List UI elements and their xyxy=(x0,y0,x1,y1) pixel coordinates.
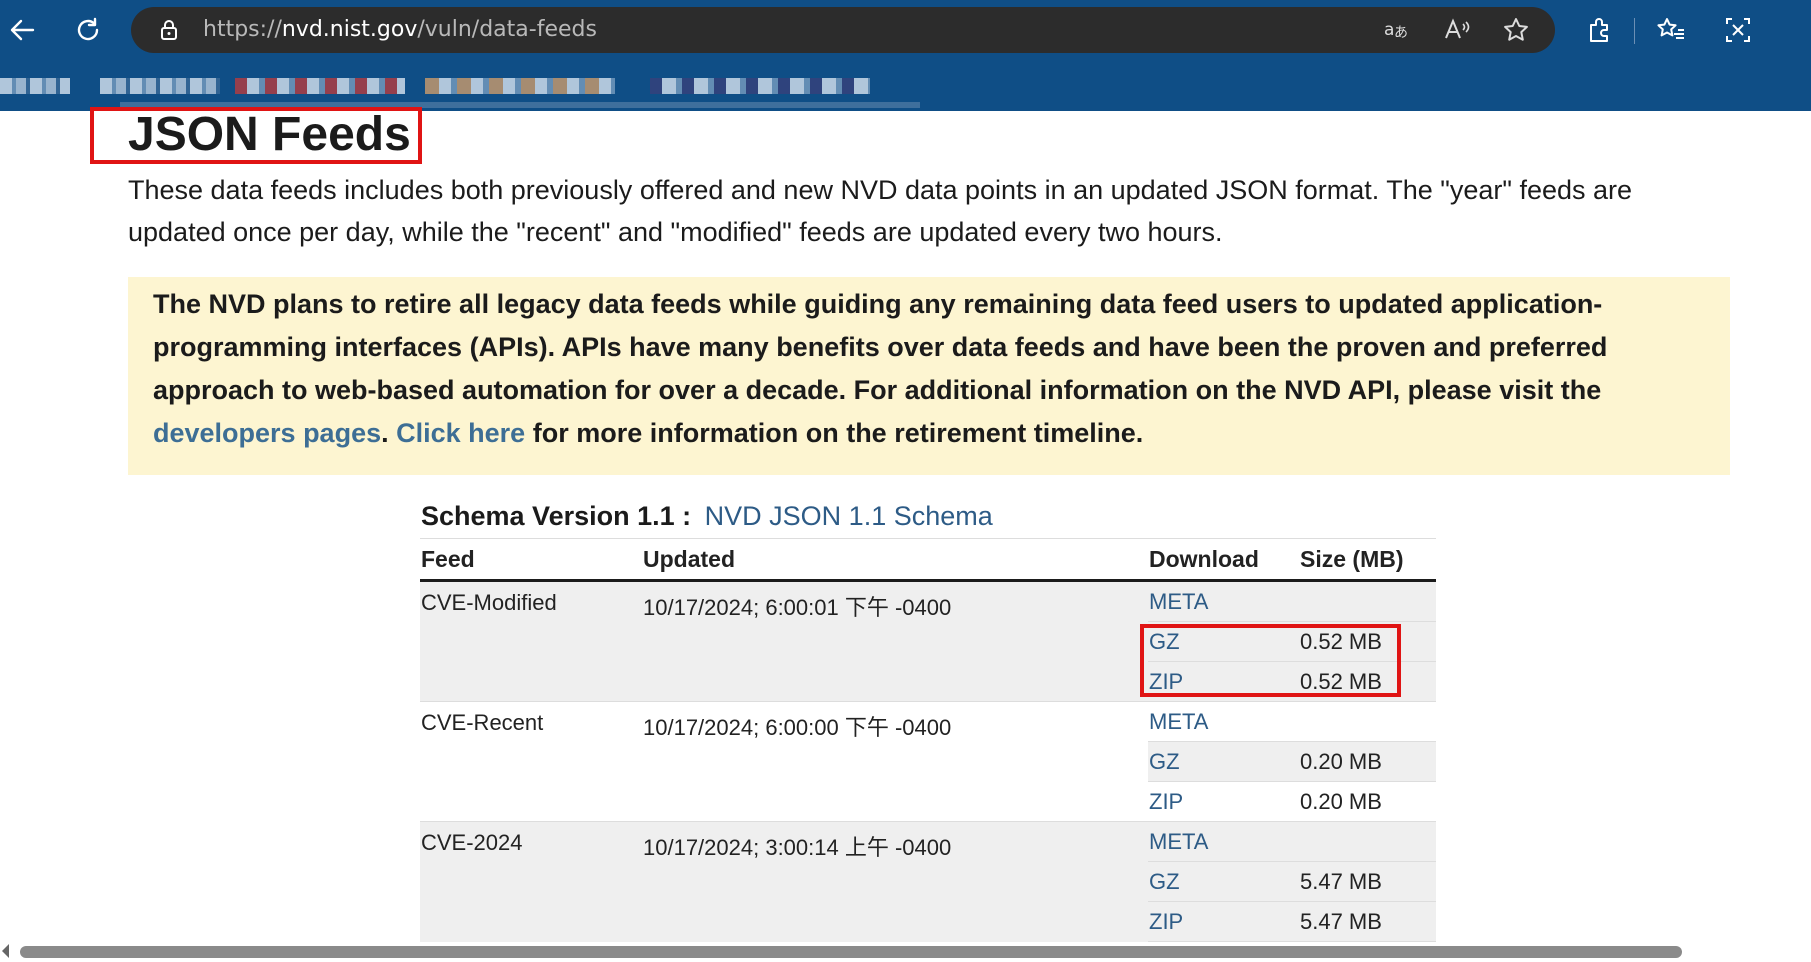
feed-updated: 10/17/2024; 3:00:14 上午 -0400 xyxy=(642,821,1148,942)
feed-updated: 10/17/2024; 6:00:00 下午 -0400 xyxy=(642,701,1148,822)
download-gz-link[interactable]: GZ xyxy=(1149,869,1180,894)
retirement-notice: The NVD plans to retire all legacy data … xyxy=(128,277,1730,475)
notice-text: The NVD plans to retire all legacy data … xyxy=(153,289,1608,405)
page-content: JSON Feeds These data feeds includes bot… xyxy=(0,107,1811,962)
lock-icon[interactable] xyxy=(153,14,185,46)
developers-pages-link[interactable]: developers pages xyxy=(153,418,381,448)
file-size: 0.20 MB xyxy=(1299,741,1436,782)
file-size xyxy=(1299,821,1436,862)
table-row: CVE-2024 10/17/2024; 3:00:14 上午 -0400 ME… xyxy=(420,821,1436,942)
favorite-star-icon[interactable] xyxy=(1500,14,1532,46)
file-size xyxy=(1299,701,1436,742)
screenshot-icon[interactable] xyxy=(1718,10,1758,50)
table-header-row: Feed Updated Download Size (MB) xyxy=(420,538,1436,582)
file-size: 5.47 MB xyxy=(1299,861,1436,902)
download-meta-link[interactable]: META xyxy=(1149,709,1208,734)
favorites-icon[interactable] xyxy=(1651,10,1691,50)
favorites-bar xyxy=(0,66,1811,108)
schema-version-heading: Schema Version 1.1 : NVD JSON 1.1 Schema xyxy=(421,496,993,536)
title-highlight-box xyxy=(90,107,422,164)
bookmark-item[interactable] xyxy=(650,78,870,94)
bookmark-item[interactable] xyxy=(0,78,70,94)
feed-updated: 10/17/2024; 6:00:01 下午 -0400 xyxy=(642,580,1148,702)
bookmark-item[interactable] xyxy=(425,78,615,94)
bookmark-item[interactable] xyxy=(235,78,405,94)
svg-text:あ: あ xyxy=(1394,25,1408,41)
click-here-link[interactable]: Click here xyxy=(396,418,525,448)
notice-text: for more information on the retirement t… xyxy=(525,418,1144,448)
header-feed: Feed xyxy=(420,538,642,582)
toolbar-divider xyxy=(1634,18,1635,44)
download-gz-link[interactable]: GZ xyxy=(1149,749,1180,774)
feed-name: CVE-Modified xyxy=(420,580,642,702)
download-zip-link[interactable]: ZIP xyxy=(1149,909,1183,934)
notice-text: . xyxy=(381,418,397,448)
schema-link[interactable]: NVD JSON 1.1 Schema xyxy=(705,501,993,531)
url-text[interactable]: https://nvd.nist.gov/vuln/data-feeds xyxy=(203,7,597,53)
refresh-icon[interactable] xyxy=(68,10,108,50)
bookmark-item[interactable] xyxy=(100,78,220,94)
extensions-icon[interactable] xyxy=(1579,10,1619,50)
table-row: CVE-Modified 10/17/2024; 6:00:01 下午 -040… xyxy=(420,580,1436,702)
file-size: 0.20 MB xyxy=(1299,781,1436,822)
header-size: Size (MB) xyxy=(1299,538,1436,582)
download-highlight-box xyxy=(1140,624,1401,697)
horizontal-scrollbar[interactable] xyxy=(20,946,1682,958)
download-meta-link[interactable]: META xyxy=(1149,589,1208,614)
intro-paragraph: These data feeds includes both previousl… xyxy=(128,175,1633,247)
json-feeds-table: Feed Updated Download Size (MB) CVE-Modi… xyxy=(420,538,1436,942)
back-icon[interactable] xyxy=(2,10,42,50)
table-row: CVE-Recent 10/17/2024; 6:00:00 下午 -0400 … xyxy=(420,701,1436,822)
header-download: Download xyxy=(1148,538,1299,582)
download-zip-link[interactable]: ZIP xyxy=(1149,789,1183,814)
scroll-left-arrow-icon[interactable] xyxy=(2,944,9,958)
address-bar[interactable]: https://nvd.nist.gov/vuln/data-feeds aあ xyxy=(131,7,1555,53)
feed-name: CVE-2024 xyxy=(420,821,642,942)
download-meta-link[interactable]: META xyxy=(1149,829,1208,854)
browser-toolbar: https://nvd.nist.gov/vuln/data-feeds aあ xyxy=(0,0,1811,111)
file-size: 5.47 MB xyxy=(1299,901,1436,942)
read-aloud-icon[interactable] xyxy=(1441,14,1473,46)
feed-name: CVE-Recent xyxy=(420,701,642,822)
header-updated: Updated xyxy=(642,538,1148,582)
svg-text:a: a xyxy=(1384,20,1394,40)
file-size xyxy=(1299,580,1436,622)
schema-label: Schema Version 1.1 : xyxy=(421,501,692,531)
translate-icon[interactable]: aあ xyxy=(1381,14,1413,46)
